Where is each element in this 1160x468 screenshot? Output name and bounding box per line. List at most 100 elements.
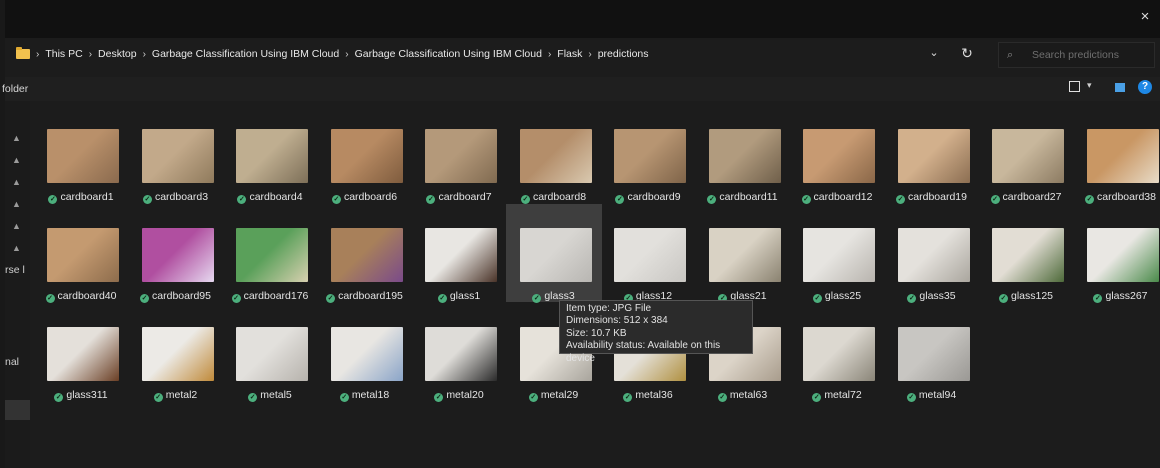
file-tile[interactable]: ✓ metal20 xyxy=(411,303,507,402)
file-tile[interactable]: ✓ cardboard19 xyxy=(884,105,980,204)
file-thumbnail[interactable] xyxy=(47,327,119,381)
file-thumbnail[interactable] xyxy=(803,228,875,282)
file-name: ✓ cardboard95 xyxy=(128,290,224,303)
file-thumbnail[interactable] xyxy=(425,327,497,381)
file-tile[interactable]: ✓ cardboard40 xyxy=(33,204,129,303)
file-thumbnail[interactable] xyxy=(614,228,686,282)
file-tile[interactable]: ✓ cardboard12 xyxy=(789,105,885,204)
file-name-text: cardboard7 xyxy=(438,191,492,203)
file-thumbnail[interactable] xyxy=(708,228,781,282)
pin-icon[interactable]: ▲ xyxy=(12,243,22,253)
file-thumbnail[interactable] xyxy=(897,228,970,282)
file-thumbnail[interactable] xyxy=(897,129,970,183)
breadcrumb-item[interactable]: Garbage Classification Using IBM Cloud xyxy=(152,48,339,60)
file-thumbnail[interactable] xyxy=(519,228,592,282)
file-thumbnail[interactable] xyxy=(803,327,875,381)
search-input[interactable] xyxy=(1030,48,1154,62)
pin-icon[interactable]: ▲ xyxy=(12,177,22,187)
breadcrumb-item[interactable]: Flask xyxy=(557,48,582,60)
breadcrumb-separator-icon[interactable]: › xyxy=(143,49,146,60)
file-thumbnail[interactable] xyxy=(236,327,308,381)
file-tile[interactable]: ✓ cardboard95 xyxy=(128,204,224,303)
file-thumbnail[interactable] xyxy=(47,129,119,183)
address-bar[interactable]: › This PC › Desktop › Garbage Classification … xyxy=(8,40,988,68)
refresh-icon[interactable]: ↻ xyxy=(957,43,977,63)
pin-icon[interactable]: ▲ xyxy=(12,155,22,165)
file-tile[interactable]: ✓ glass267 xyxy=(1073,204,1160,303)
file-thumbnail[interactable] xyxy=(141,129,214,183)
file-thumbnail[interactable] xyxy=(425,228,497,282)
breadcrumb-separator-icon[interactable]: › xyxy=(345,49,348,60)
file-tile[interactable]: ✓ cardboard38 xyxy=(1073,105,1160,204)
file-tile[interactable]: ✓ glass25 xyxy=(789,204,885,303)
file-tile[interactable]: ✓ glass125 xyxy=(978,204,1074,303)
file-tile[interactable]: ✓ glass21 xyxy=(695,204,791,303)
search-box[interactable]: ⌕ xyxy=(998,42,1155,68)
file-thumbnail[interactable] xyxy=(425,129,497,183)
file-tile[interactable]: ✓ cardboard11 xyxy=(695,105,791,204)
sync-status-check-icon: ✓ xyxy=(331,195,341,204)
file-tile[interactable]: ✓ cardboard9 xyxy=(600,105,696,204)
file-tile[interactable]: ✓ cardboard8 xyxy=(506,105,602,204)
file-thumbnail[interactable] xyxy=(897,327,970,381)
file-tile[interactable]: ✓ glass1 xyxy=(411,204,507,303)
file-thumbnail[interactable] xyxy=(1086,228,1159,282)
file-thumbnail[interactable] xyxy=(330,228,403,282)
file-tile[interactable]: ✓ cardboard176 xyxy=(222,204,318,303)
file-name: ✓ cardboard3 xyxy=(128,191,224,204)
file-tile[interactable]: ✓ cardboard1 xyxy=(33,105,129,204)
nav-item-label[interactable]: nal xyxy=(5,356,30,368)
file-tile[interactable]: ✓ metal72 xyxy=(789,303,885,402)
file-thumbnail[interactable] xyxy=(519,129,592,183)
breadcrumb-item[interactable]: This PC xyxy=(45,48,82,60)
nav-item-label[interactable]: rse l xyxy=(5,264,30,276)
file-thumbnail[interactable] xyxy=(47,228,119,282)
sync-status-check-icon: ✓ xyxy=(140,294,150,303)
file-tile[interactable]: ✓ cardboard27 xyxy=(978,105,1074,204)
view-layout-icon[interactable] xyxy=(1069,81,1080,92)
breadcrumb-separator-icon[interactable]: › xyxy=(36,49,39,60)
view-options-chevron-icon[interactable]: ▾ xyxy=(1087,80,1092,91)
pin-icon[interactable]: ▲ xyxy=(12,133,22,143)
nav-item-selected[interactable] xyxy=(5,400,30,420)
close-icon[interactable]: × xyxy=(1138,9,1152,24)
file-tile[interactable]: ✓ glass311 xyxy=(33,303,129,402)
breadcrumb-separator-icon[interactable]: › xyxy=(548,49,551,60)
file-thumbnail[interactable] xyxy=(708,129,781,183)
file-thumbnail[interactable] xyxy=(614,129,686,183)
file-tile[interactable]: ✓ metal94 xyxy=(884,303,980,402)
file-tile[interactable]: ✓ metal5 xyxy=(222,303,318,402)
file-tile[interactable]: ✓ glass3 xyxy=(505,204,602,303)
file-thumbnail[interactable] xyxy=(992,228,1064,282)
file-tile[interactable]: ✓ metal2 xyxy=(128,303,224,402)
file-thumbnail[interactable] xyxy=(330,129,403,183)
file-tile[interactable]: ✓ cardboard6 xyxy=(317,105,413,204)
file-thumbnail[interactable] xyxy=(236,228,308,282)
file-thumbnail[interactable] xyxy=(141,327,214,381)
file-tile[interactable]: ✓ metal18 xyxy=(317,303,413,402)
file-name: ✓ cardboard1 xyxy=(33,191,129,204)
file-tile[interactable]: ✓ cardboard195 xyxy=(317,204,413,303)
breadcrumb-item[interactable]: Desktop xyxy=(98,48,137,60)
file-thumbnail[interactable] xyxy=(803,129,875,183)
file-thumbnail[interactable] xyxy=(141,228,214,282)
breadcrumb-separator-icon[interactable]: › xyxy=(588,49,591,60)
file-tile[interactable]: ✓ cardboard4 xyxy=(222,105,318,204)
help-icon[interactable]: ? xyxy=(1138,80,1152,94)
details-pane-icon[interactable] xyxy=(1115,83,1125,92)
file-tile[interactable]: ✓ glass12 xyxy=(600,204,696,303)
pin-icon[interactable]: ▲ xyxy=(12,199,22,209)
breadcrumb-item[interactable]: Garbage Classification Using IBM Cloud xyxy=(355,48,542,60)
file-thumbnail[interactable] xyxy=(330,327,403,381)
file-thumbnail[interactable] xyxy=(236,129,308,183)
breadcrumb-separator-icon[interactable]: › xyxy=(89,49,92,60)
pin-icon[interactable]: ▲ xyxy=(12,221,22,231)
file-thumbnail[interactable] xyxy=(1086,129,1159,183)
file-name-text: glass267 xyxy=(1105,290,1148,302)
breadcrumb-item[interactable]: predictions xyxy=(598,48,649,60)
file-thumbnail[interactable] xyxy=(992,129,1064,183)
file-tile[interactable]: ✓ cardboard3 xyxy=(128,105,224,204)
file-tile[interactable]: ✓ cardboard7 xyxy=(411,105,507,204)
address-history-chevron-icon[interactable]: ⌄ xyxy=(925,44,943,62)
file-tile[interactable]: ✓ glass35 xyxy=(884,204,980,303)
